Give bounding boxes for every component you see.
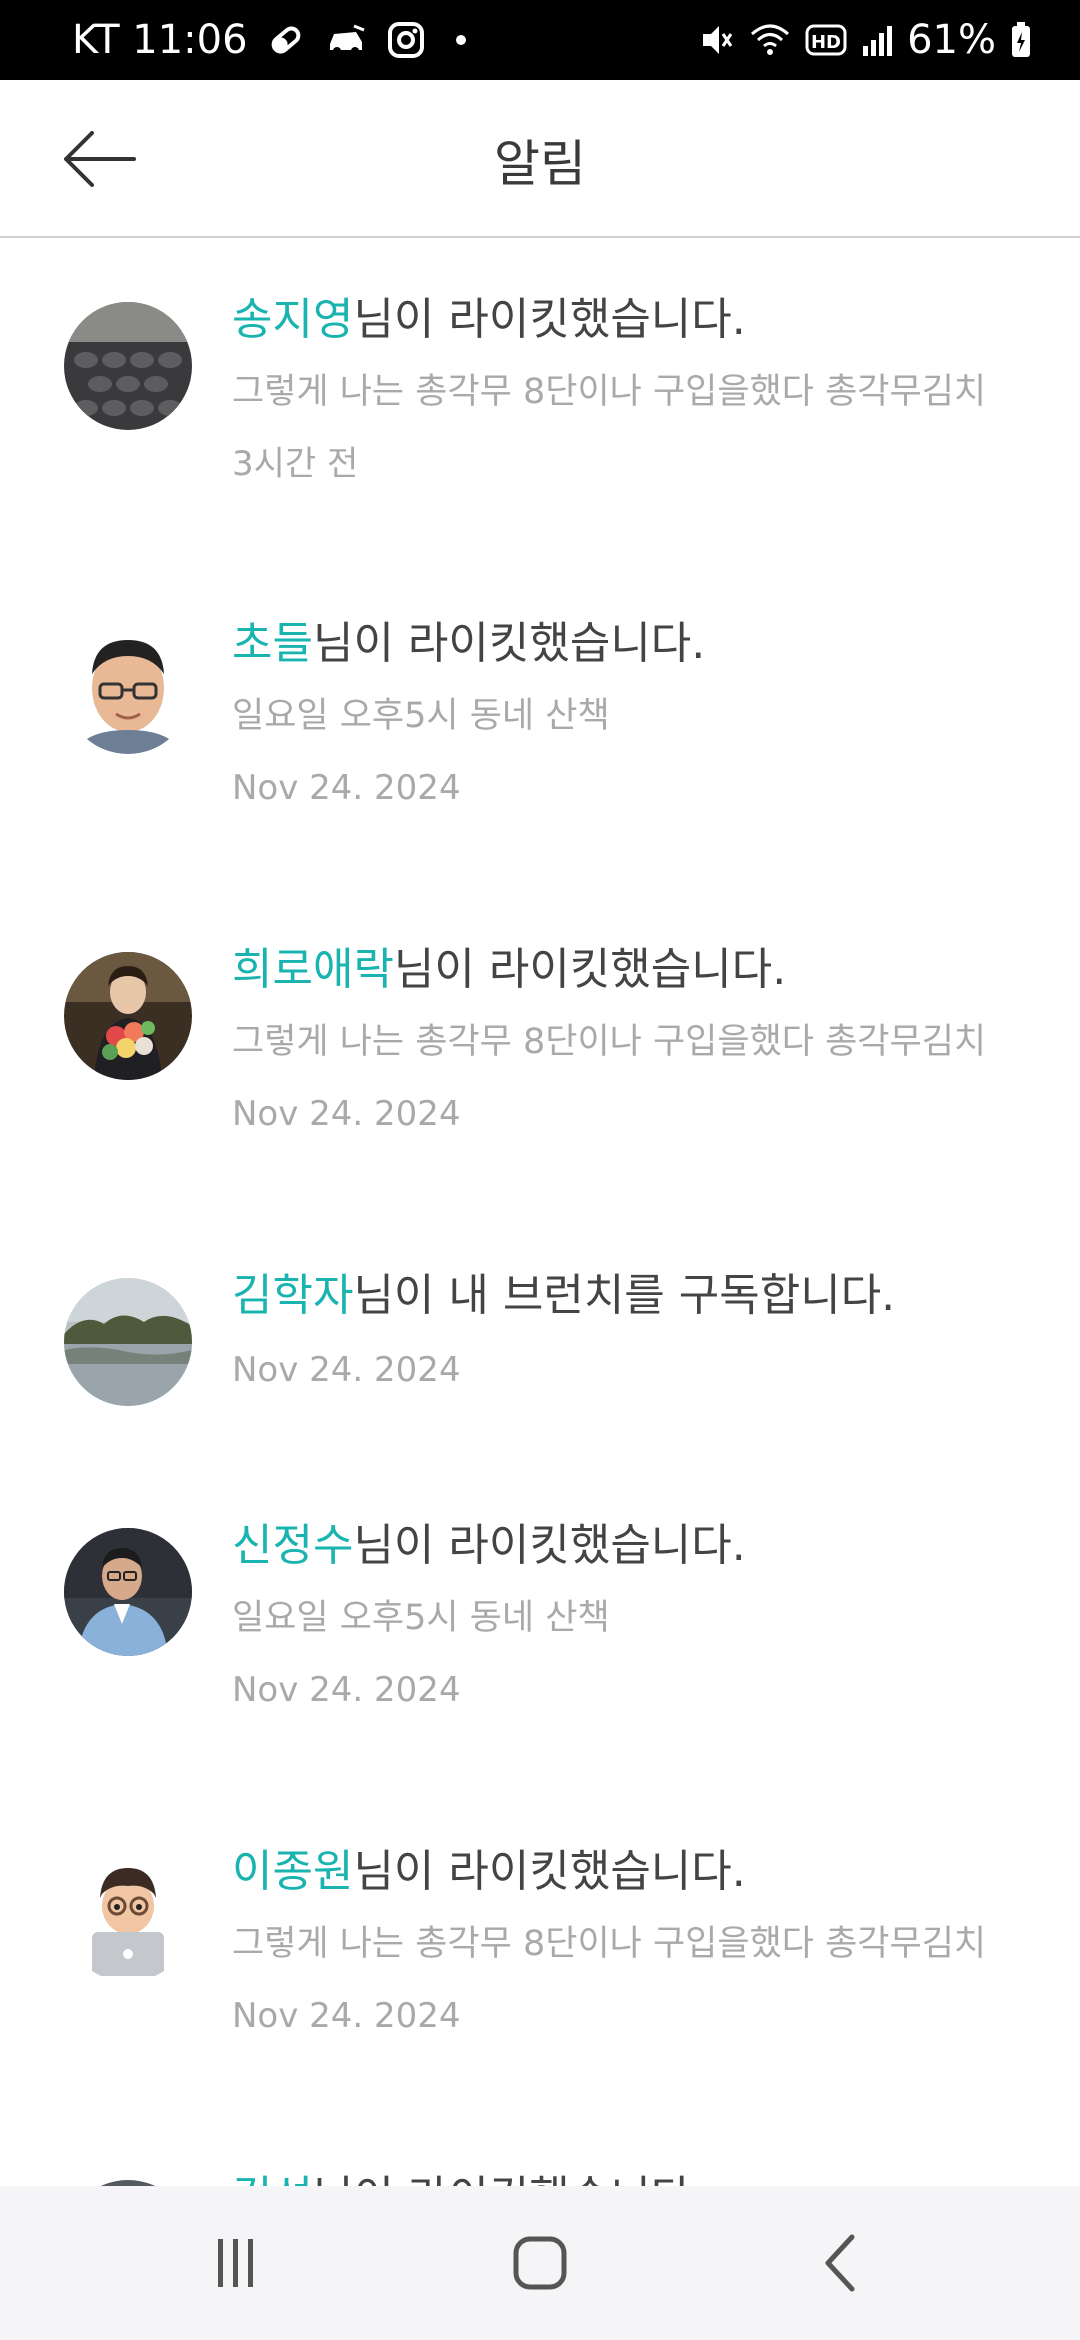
status-left: KT 11:06	[72, 17, 466, 63]
notification-item[interactable]: 송지영님이 라이킷했습니다. 그렇게 나는 총각무 8단이나 구입을했다 총각무…	[0, 294, 1080, 582]
notification-item[interactable]: 신정수님이 라이킷했습니다. 일요일 오후5시 동네 산책 Nov 24. 20…	[0, 1520, 1080, 1808]
avatar[interactable]	[64, 952, 192, 1080]
action-text: 님이 라이킷했습니다.	[353, 1520, 746, 1571]
notification-text: 희로애락님이 라이킷했습니다. 그렇게 나는 총각무 8단이나 구입을했다 총각…	[232, 940, 1022, 1136]
action-text: 님이 라이킷했습니다.	[312, 618, 706, 669]
recents-icon	[218, 2239, 253, 2287]
post-snippet: 그렇게 나는 총각무 8단이나 구입을했다 총각무김치	[232, 1924, 987, 1964]
notification-title: 김성님이 라이킷했습니다.	[232, 2168, 1022, 2186]
user-name[interactable]: 신정수	[232, 1520, 353, 1571]
post-snippet: 그렇게 나는 총각무 8단이나 구입을했다 총각무김치	[232, 1022, 987, 1062]
avatar[interactable]	[64, 1528, 192, 1656]
user-name[interactable]: 김성	[232, 2172, 313, 2186]
notification-list[interactable]: 송지영님이 라이킷했습니다. 그렇게 나는 총각무 8단이나 구입을했다 총각무…	[0, 240, 1080, 2186]
avatar[interactable]	[64, 302, 192, 430]
notification-title: 송지영님이 라이킷했습니다.	[232, 290, 1022, 350]
notification-text: 김학자님이 내 브런치를 구독합니다. Nov 24. 2024	[232, 1266, 1022, 1392]
action-text: 님이 라이킷했습니다.	[393, 944, 787, 995]
timestamp: Nov 24. 2024	[232, 1996, 461, 2036]
wifi-icon	[749, 20, 791, 60]
notification-item[interactable]: 초들님이 라이킷했습니다. 일요일 오후5시 동네 산책 Nov 24. 202…	[0, 618, 1080, 906]
mute-icon	[699, 20, 735, 60]
dot-icon	[455, 35, 466, 45]
app-header: 알림	[0, 80, 1080, 238]
notification-item[interactable]: 희로애락님이 라이킷했습니다. 그렇게 나는 총각무 8단이나 구입을했다 총각…	[0, 944, 1080, 1232]
carrier-time: KT 11:06	[72, 17, 248, 63]
avatar[interactable]	[64, 1854, 192, 1982]
user-name[interactable]: 송지영	[232, 294, 353, 345]
notification-text: 이종원님이 라이킷했습니다. 그렇게 나는 총각무 8단이나 구입을했다 총각무…	[232, 1842, 1022, 2038]
avatar[interactable]	[64, 1278, 192, 1406]
post-snippet: 일요일 오후5시 동네 산책	[232, 1598, 610, 1638]
hd-icon: HD	[805, 22, 847, 58]
status-bar: KT 11:06 HD 61%	[0, 0, 1080, 80]
battery-percent: 61%	[907, 17, 996, 63]
notification-text: 송지영님이 라이킷했습니다. 그렇게 나는 총각무 8단이나 구입을했다 총각무…	[232, 290, 1022, 486]
user-name[interactable]: 희로애락	[232, 944, 394, 995]
action-text: 님이 라이킷했습니다.	[353, 1846, 746, 1897]
timestamp: Nov 24. 2024	[232, 1350, 461, 1390]
action-text: 님이 내 브런치를 구독합니다.	[353, 1270, 896, 1321]
nav-back-button[interactable]	[800, 2228, 880, 2298]
notification-text: 초들님이 라이킷했습니다. 일요일 오후5시 동네 산책 Nov 24. 202…	[232, 614, 1022, 810]
timestamp: Nov 24. 2024	[232, 768, 461, 808]
notification-title: 초들님이 라이킷했습니다.	[232, 614, 1022, 674]
notification-title: 김학자님이 내 브런치를 구독합니다.	[232, 1266, 1022, 1326]
notification-text: 김성님이 라이킷했습니다.	[232, 2168, 1022, 2186]
timestamp: Nov 24. 2024	[232, 1670, 461, 1710]
home-button[interactable]	[500, 2228, 580, 2298]
system-nav-bar	[0, 2186, 1080, 2340]
notification-item[interactable]: 이종원님이 라이킷했습니다. 그렇게 나는 총각무 8단이나 구입을했다 총각무…	[0, 1846, 1080, 2134]
back-icon	[825, 2234, 855, 2292]
user-name[interactable]: 초들	[232, 618, 313, 669]
user-name[interactable]: 김학자	[232, 1270, 353, 1321]
notification-text: 신정수님이 라이킷했습니다. 일요일 오후5시 동네 산책 Nov 24. 20…	[232, 1516, 1022, 1712]
home-icon	[513, 2236, 567, 2290]
user-name[interactable]: 이종원	[232, 1846, 353, 1897]
svg-text:HD: HD	[811, 32, 841, 53]
page-title: 알림	[494, 135, 586, 193]
post-snippet: 그렇게 나는 총각무 8단이나 구입을했다 총각무김치	[232, 372, 987, 412]
notification-title: 희로애락님이 라이킷했습니다.	[232, 940, 1022, 1000]
notification-title: 이종원님이 라이킷했습니다.	[232, 1842, 1022, 1902]
pill-icon	[266, 20, 306, 60]
status-right: HD 61%	[699, 17, 1032, 63]
notification-title: 신정수님이 라이킷했습니다.	[232, 1516, 1022, 1576]
recents-button[interactable]	[196, 2228, 276, 2298]
instagram-icon	[386, 20, 426, 60]
timestamp: 3시간 전	[232, 444, 359, 484]
action-text: 님이 라이킷했습니다.	[313, 2172, 705, 2186]
notification-item[interactable]: 김학자님이 내 브런치를 구독합니다. Nov 24. 2024	[0, 1270, 1080, 1498]
car-icon	[324, 20, 368, 60]
avatar[interactable]	[64, 626, 192, 754]
action-text: 님이 라이킷했습니다.	[353, 294, 746, 345]
battery-charging-icon	[1010, 21, 1032, 59]
post-snippet: 일요일 오후5시 동네 산책	[232, 696, 610, 736]
signal-icon	[861, 22, 893, 58]
timestamp: Nov 24. 2024	[232, 1094, 461, 1134]
